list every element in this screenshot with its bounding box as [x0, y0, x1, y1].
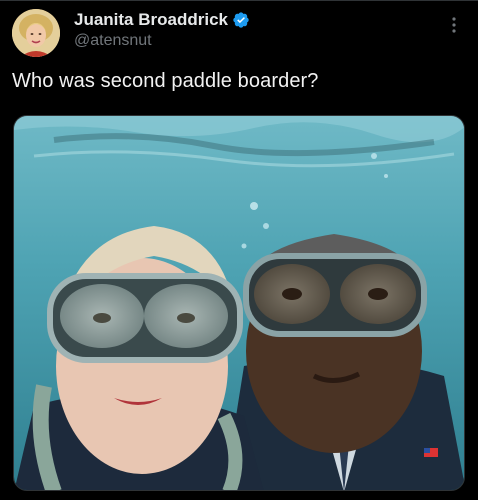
- author-name-row: Juanita Broaddrick: [74, 9, 250, 31]
- verified-badge-icon: [232, 11, 250, 29]
- tweet-text: Who was second paddle boarder?: [12, 70, 319, 92]
- author-avatar[interactable]: [12, 9, 60, 57]
- author-display-name[interactable]: Juanita Broaddrick: [74, 10, 228, 30]
- avatar-icon: [12, 9, 60, 57]
- author-handle[interactable]: @atensnut: [74, 32, 152, 50]
- tweet-media-image[interactable]: [13, 115, 465, 491]
- underwater-photo: [14, 116, 464, 490]
- top-divider: [0, 0, 478, 1]
- more-options-icon[interactable]: [444, 15, 464, 35]
